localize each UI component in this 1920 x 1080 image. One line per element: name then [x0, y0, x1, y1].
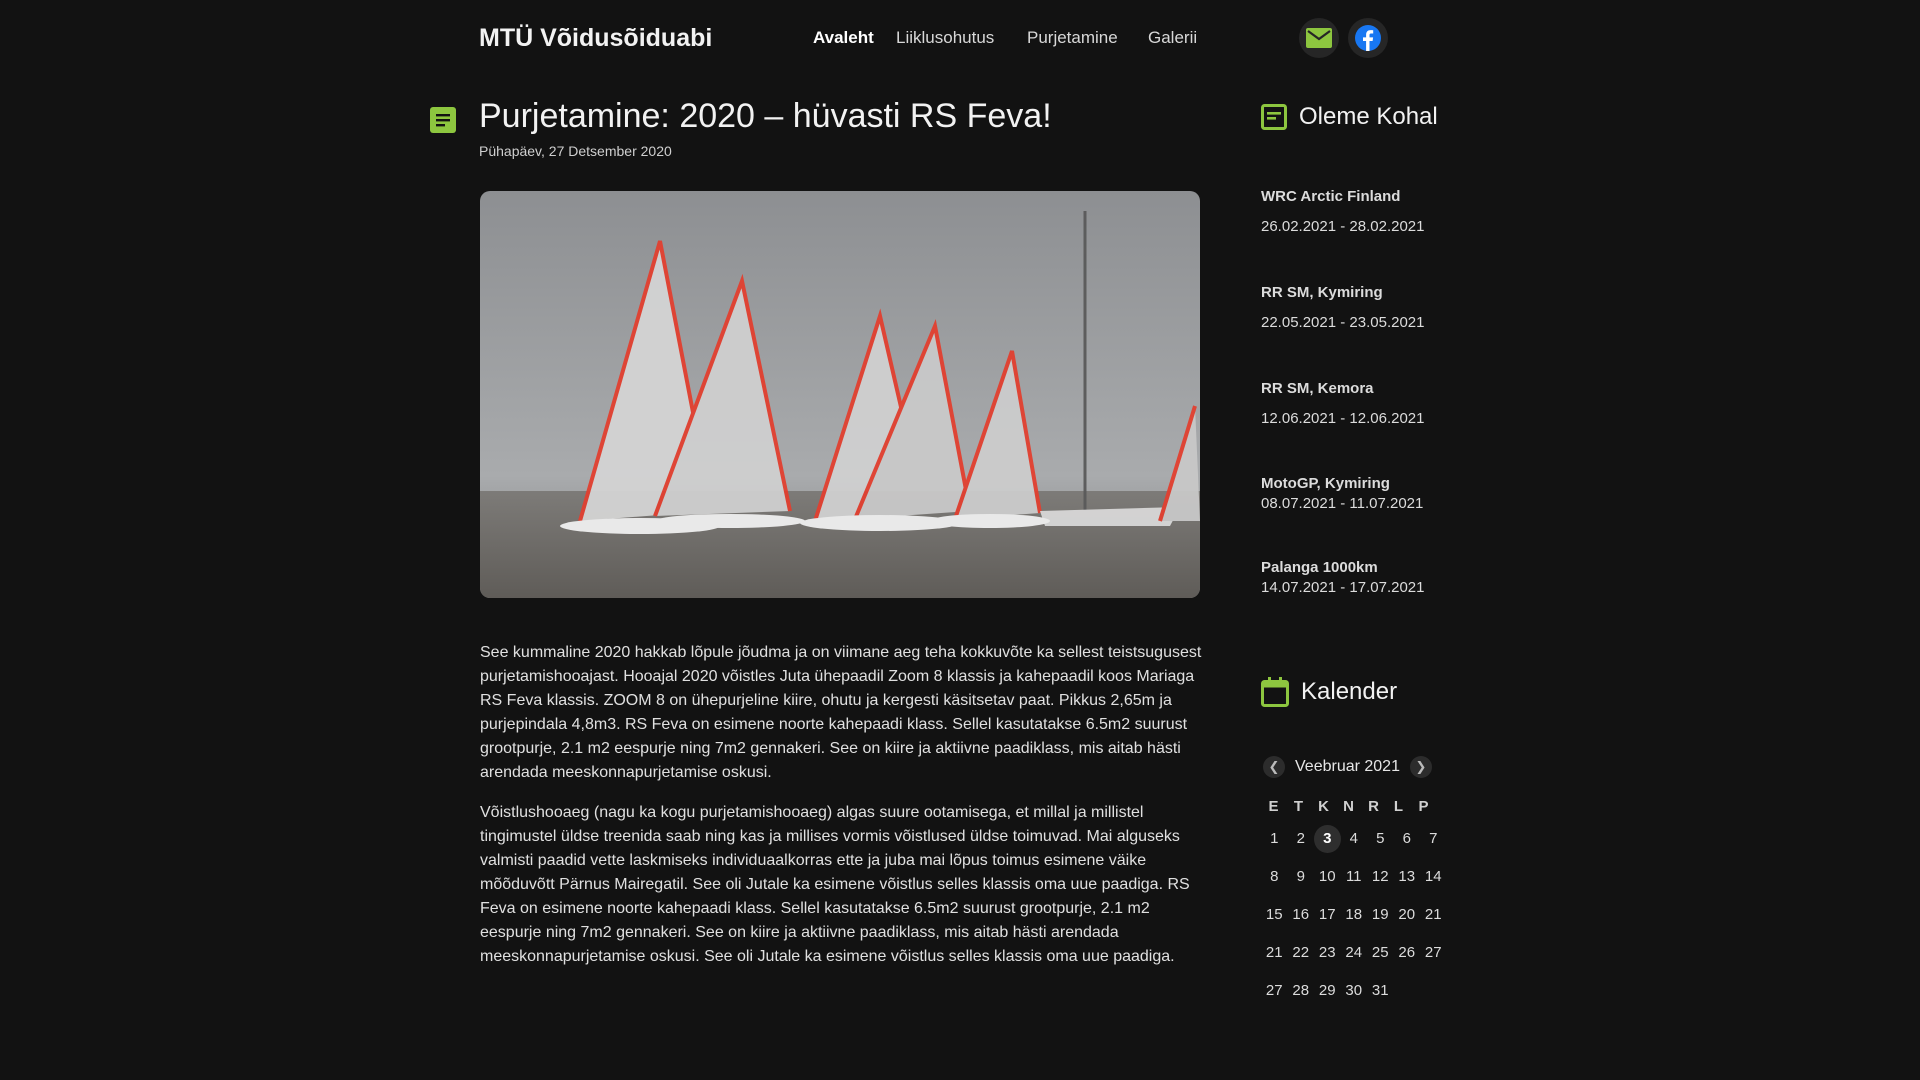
calendar-day[interactable]: 4 — [1341, 825, 1368, 853]
site-logo-text[interactable]: MTÜ Võidusõiduabi — [479, 24, 712, 53]
weekday-label: N — [1343, 798, 1354, 815]
event-item[interactable]: MotoGP, Kymiring 08.07.2021 - 11.07.2021 — [1261, 475, 1481, 512]
calendar-day[interactable]: 25 — [1367, 939, 1394, 967]
calendar-day[interactable]: 7 — [1420, 825, 1447, 853]
chevron-right-icon[interactable]: ❯ — [1409, 756, 1432, 778]
event-dates: 12.06.2021 - 12.06.2021 — [1261, 410, 1425, 427]
calendar-month-nav: ❮ Veebruar 2021 ❯ — [1263, 756, 1432, 778]
event-dates: 22.05.2021 - 23.05.2021 — [1261, 314, 1425, 331]
post-title: Purjetamine: 2020 – hüvasti RS Feva! — [479, 97, 1052, 135]
calendar-day[interactable]: 1 — [1261, 825, 1288, 853]
mail-icon — [1306, 28, 1332, 48]
event-item[interactable]: RR SM, Kymiring 22.05.2021 - 23.05.2021 — [1261, 284, 1481, 331]
nav-item-purjetamine[interactable]: Purjetamine — [1027, 28, 1118, 48]
mail-button[interactable] — [1299, 18, 1339, 58]
calendar-day[interactable]: 16 — [1288, 901, 1315, 929]
event-name: RR SM, Kemora — [1261, 380, 1374, 397]
calendar-grid: E T K N R L P 1 2 3 4 5 6 7 8 9 10 11 12… — [1261, 798, 1447, 1005]
calendar-day[interactable]: 14 — [1420, 863, 1447, 891]
facebook-button[interactable] — [1348, 18, 1388, 58]
calendar-day[interactable]: 6 — [1394, 825, 1421, 853]
calendar-day[interactable]: 9 — [1288, 863, 1315, 891]
calendar-day[interactable]: 18 — [1341, 901, 1368, 929]
calendar-day[interactable]: 28 — [1288, 977, 1315, 1005]
calendar-week-row: 15 16 17 18 19 20 21 — [1261, 901, 1447, 929]
calendar-month-label: Veebruar 2021 — [1295, 758, 1400, 775]
calendar-day[interactable]: 27 — [1420, 939, 1447, 967]
nav-item-galerii[interactable]: Galerii — [1148, 28, 1197, 48]
calendar-day[interactable]: 22 — [1288, 939, 1315, 967]
calendar-day[interactable]: 27 — [1261, 977, 1288, 1005]
calendar-day[interactable]: 21 — [1420, 901, 1447, 929]
calendar-day[interactable]: 12 — [1367, 863, 1394, 891]
event-name: MotoGP, Kymiring — [1261, 475, 1390, 492]
event-dates: 26.02.2021 - 28.02.2021 — [1261, 218, 1425, 235]
post-date: Pühapäev, 27 Detsember 2020 — [479, 143, 672, 159]
chevron-left-icon[interactable]: ❮ — [1263, 756, 1285, 778]
event-dates: 08.07.2021 - 11.07.2021 — [1261, 495, 1424, 512]
calendar-day[interactable]: 13 — [1394, 863, 1421, 891]
calendar-day[interactable]: 21 — [1261, 939, 1288, 967]
article-icon — [430, 107, 456, 133]
post-hero-image — [480, 191, 1200, 598]
calendar-day[interactable]: 29 — [1314, 977, 1341, 1005]
calendar-day[interactable]: 23 — [1314, 939, 1341, 967]
calendar-weekday-row: E T K N R L P — [1261, 798, 1447, 815]
calendar-week-row: 27 28 29 30 31 — [1261, 977, 1447, 1005]
calendar-day[interactable]: 30 — [1341, 977, 1368, 1005]
calendar-day[interactable]: 11 — [1341, 863, 1368, 891]
calendar-title: Kalender — [1301, 678, 1398, 705]
post-paragraph: See kummaline 2020 hakkab lõpule jõudma … — [480, 644, 1202, 781]
weekday-label: T — [1293, 798, 1304, 815]
weekday-label: P — [1418, 798, 1429, 815]
events-heading: Oleme Kohal — [1261, 103, 1438, 131]
event-dates: 14.07.2021 - 17.07.2021 — [1261, 579, 1425, 596]
calendar-day[interactable]: 24 — [1341, 939, 1368, 967]
calendar-heading: Kalender — [1261, 677, 1397, 707]
calendar-icon — [1261, 677, 1289, 707]
event-item[interactable]: RR SM, Kemora 12.06.2021 - 12.06.2021 — [1261, 380, 1481, 427]
events-title: Oleme Kohal — [1299, 103, 1438, 130]
calendar-day[interactable]: 8 — [1261, 863, 1288, 891]
calendar-day[interactable]: 2 — [1288, 825, 1315, 853]
calendar-day[interactable]: 10 — [1314, 863, 1341, 891]
calendar-week-row: 21 22 23 24 25 26 27 — [1261, 939, 1447, 967]
calendar-day[interactable]: 17 — [1314, 901, 1341, 929]
event-item[interactable]: WRC Arctic Finland 26.02.2021 - 28.02.20… — [1261, 188, 1481, 235]
post-body: See kummaline 2020 hakkab lõpule jõudma … — [480, 641, 1202, 985]
nav-item-avaleht[interactable]: Avaleht — [813, 28, 874, 48]
calendar-day[interactable]: 19 — [1367, 901, 1394, 929]
article-icon — [1261, 104, 1287, 130]
event-name: WRC Arctic Finland — [1261, 188, 1401, 205]
weekday-label: L — [1393, 798, 1404, 815]
calendar-day[interactable]: 5 — [1367, 825, 1394, 853]
facebook-icon — [1355, 25, 1381, 51]
event-name: RR SM, Kymiring — [1261, 284, 1383, 301]
post-paragraph: Võistlushooaeg (nagu ka kogu purjetamish… — [480, 804, 1190, 965]
nav-item-liiklusohutus[interactable]: Liiklusohutus — [896, 28, 994, 48]
weekday-label: R — [1368, 798, 1379, 815]
calendar-day-today[interactable]: 3 — [1314, 825, 1341, 853]
calendar-week-row: 1 2 3 4 5 6 7 — [1261, 825, 1447, 853]
calendar-day[interactable]: 15 — [1261, 901, 1288, 929]
weekday-label: K — [1318, 798, 1329, 815]
event-name: Palanga 1000km — [1261, 559, 1378, 576]
weekday-label: E — [1268, 798, 1279, 815]
calendar-day[interactable]: 26 — [1394, 939, 1421, 967]
event-item[interactable]: Palanga 1000km 14.07.2021 - 17.07.2021 — [1261, 559, 1481, 596]
calendar-day[interactable]: 31 — [1367, 977, 1394, 1005]
calendar-week-row: 8 9 10 11 12 13 14 — [1261, 863, 1447, 891]
calendar-day[interactable]: 20 — [1394, 901, 1421, 929]
